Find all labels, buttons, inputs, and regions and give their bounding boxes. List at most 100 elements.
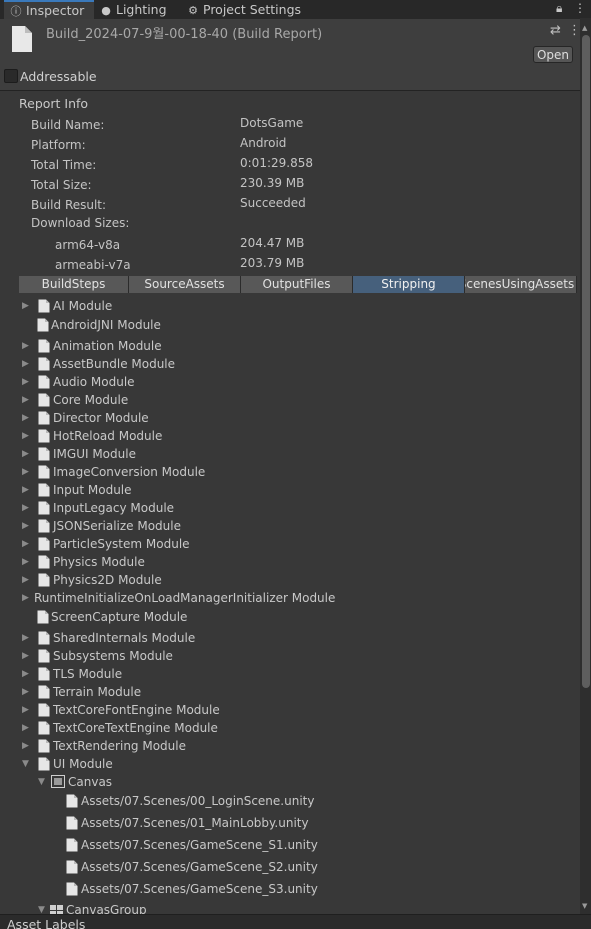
- collapsed-arrow-icon[interactable]: ▶: [22, 719, 32, 737]
- tab-inspector[interactable]: ⓘ Inspector: [4, 0, 94, 19]
- canvas-icon: [51, 775, 65, 793]
- collapsed-arrow-icon[interactable]: ▶: [22, 701, 32, 719]
- tree-row[interactable]: ▶ AI Module: [22, 297, 577, 315]
- module-label: AssetBundle Module: [53, 357, 176, 371]
- collapsed-arrow-icon[interactable]: ▶: [22, 409, 32, 427]
- tree-row[interactable]: ▶ HotReload Module: [22, 427, 577, 445]
- tree-row[interactable]: ▶ Input Module: [22, 481, 577, 499]
- tree-row[interactable]: ▶ Animation Module: [22, 337, 577, 355]
- tree-row-canvasgroup[interactable]: ▼ CanvasGroup: [22, 901, 577, 914]
- scene-row[interactable]: Assets/07.Scenes/00_LoginScene.unity: [66, 792, 576, 810]
- expanded-arrow-icon[interactable]: ▼: [38, 773, 48, 791]
- tree-row[interactable]: ▶ TLS Module: [22, 665, 577, 683]
- document-icon: [12, 26, 32, 52]
- tab-buildsteps[interactable]: BuildSteps: [19, 276, 129, 293]
- collapsed-arrow-icon[interactable]: ▶: [22, 647, 32, 665]
- scroll-up-arrow[interactable]: ▲: [582, 24, 587, 32]
- collapsed-arrow-icon[interactable]: ▶: [22, 499, 32, 517]
- scene-row[interactable]: Assets/07.Scenes/GameScene_S1.unity: [66, 836, 576, 854]
- scene-label: Assets/07.Scenes/00_LoginScene.unity: [81, 794, 315, 808]
- file-icon: [66, 816, 78, 835]
- page-title: Build_2024-07-9월-00-18-40 (Build Report): [46, 27, 323, 42]
- collapsed-arrow-icon[interactable]: ▶: [22, 355, 32, 373]
- report-tab-bar: BuildSteps SourceAssets OutputFiles Stri…: [19, 276, 577, 293]
- tree-row[interactable]: ▶ IMGUI Module: [22, 445, 577, 463]
- tree-row[interactable]: ▶ Physics Module: [22, 553, 577, 571]
- module-label: Director Module: [53, 411, 149, 425]
- tab-project-settings[interactable]: ⚙ Project Settings: [187, 0, 307, 19]
- scene-row[interactable]: Assets/07.Scenes/GameScene_S3.unity: [66, 880, 576, 898]
- collapsed-arrow-icon[interactable]: ▶: [22, 463, 32, 481]
- collapsed-arrow-icon[interactable]: ▶: [22, 427, 32, 445]
- tree-row[interactable]: ▶ Core Module: [22, 391, 577, 409]
- scroll-down-arrow[interactable]: ▼: [582, 902, 587, 910]
- scene-label: Assets/07.Scenes/01_MainLobby.unity: [81, 816, 309, 830]
- tree-row[interactable]: ▶ ImageConversion Module: [22, 463, 577, 481]
- tree-row[interactable]: ▶ AssetBundle Module: [22, 355, 577, 373]
- more-icon[interactable]: ⋮: [574, 1, 586, 15]
- asset-labels-bar: Asset Labels: [0, 914, 591, 929]
- expanded-arrow-icon[interactable]: ▼: [22, 755, 32, 773]
- collapsed-arrow-icon[interactable]: ▶: [22, 445, 32, 463]
- collapsed-arrow-icon[interactable]: ▶: [22, 571, 32, 589]
- tree-row[interactable]: ▶ TextCoreTextEngine Module: [22, 719, 577, 737]
- tab-sourceassets[interactable]: SourceAssets: [129, 276, 241, 293]
- tree-row[interactable]: ▶ JSONSerialize Module: [22, 517, 577, 535]
- addressable-checkbox[interactable]: [4, 69, 18, 83]
- collapsed-arrow-icon[interactable]: ▶: [22, 481, 32, 499]
- collapsed-arrow-icon[interactable]: ▶: [22, 391, 32, 409]
- module-label: TextRendering Module: [53, 739, 186, 753]
- open-button[interactable]: Open: [533, 46, 573, 63]
- collapsed-arrow-icon[interactable]: ▶: [22, 589, 32, 607]
- gear-icon: ⚙: [188, 4, 198, 17]
- tab-scenesusingassets[interactable]: ScenesUsingAssets: [465, 276, 577, 293]
- collapsed-arrow-icon[interactable]: ▶: [22, 737, 32, 755]
- tree-row[interactable]: ▼ UI Module: [22, 755, 577, 773]
- expanded-arrow-icon[interactable]: ▼: [38, 901, 48, 914]
- tree-row[interactable]: ▶ Physics2D Module: [22, 571, 577, 589]
- total-time-label: Total Time:: [31, 158, 97, 172]
- addressable-row: Addressable: [0, 66, 591, 91]
- tab-lighting[interactable]: ● Lighting: [100, 0, 178, 19]
- window-tab-bar: ⓘ Inspector ● Lighting ⚙ Project Settings 🔒…: [0, 0, 591, 19]
- scene-row[interactable]: Assets/07.Scenes/01_MainLobby.unity: [66, 814, 576, 832]
- build-name-value: DotsGame: [240, 116, 304, 130]
- tree-row[interactable]: ▶ RuntimeInitializeOnLoadManagerInitializ…: [22, 589, 577, 607]
- total-size-value: 230.39 MB: [240, 176, 305, 190]
- collapsed-arrow-icon[interactable]: ▶: [22, 535, 32, 553]
- tree-row[interactable]: ScreenCapture Module: [22, 608, 577, 626]
- tree-row[interactable]: ▶ Terrain Module: [22, 683, 577, 701]
- scene-label: Assets/07.Scenes/GameScene_S1.unity: [81, 838, 318, 852]
- collapsed-arrow-icon[interactable]: ▶: [22, 665, 32, 683]
- bulb-icon: ●: [101, 4, 111, 17]
- scene-label: Assets/07.Scenes/GameScene_S2.unity: [81, 860, 318, 874]
- module-label: InputLegacy Module: [53, 501, 175, 515]
- collapsed-arrow-icon[interactable]: ▶: [22, 297, 32, 315]
- lock-icon[interactable]: 🔒︎: [556, 1, 562, 16]
- tree-row[interactable]: ▶ Subsystems Module: [22, 647, 577, 665]
- collapsed-arrow-icon[interactable]: ▶: [22, 629, 32, 647]
- module-label: Input Module: [53, 483, 132, 497]
- tab-outputfiles[interactable]: OutputFiles: [241, 276, 353, 293]
- tree-row[interactable]: AndroidJNI Module: [22, 316, 577, 334]
- scrollbar-thumb[interactable]: [582, 35, 590, 688]
- collapsed-arrow-icon[interactable]: ▶: [22, 683, 32, 701]
- tree-row[interactable]: ▶ TextCoreFontEngine Module: [22, 701, 577, 719]
- collapsed-arrow-icon[interactable]: ▶: [22, 373, 32, 391]
- module-label: Physics Module: [53, 555, 145, 569]
- collapsed-arrow-icon[interactable]: ▶: [22, 553, 32, 571]
- collapsed-arrow-icon[interactable]: ▶: [22, 337, 32, 355]
- tree-row-canvas[interactable]: ▼ Canvas: [22, 773, 577, 791]
- tree-row[interactable]: ▶ Director Module: [22, 409, 577, 427]
- tab-stripping[interactable]: Stripping: [353, 276, 465, 293]
- settings-sliders-icon[interactable]: ⇄: [550, 23, 561, 38]
- scene-row[interactable]: Assets/07.Scenes/GameScene_S2.unity: [66, 858, 576, 876]
- module-label: TextCoreTextEngine Module: [53, 721, 218, 735]
- tree-row[interactable]: ▶ ParticleSystem Module: [22, 535, 577, 553]
- collapsed-arrow-icon[interactable]: ▶: [22, 517, 32, 535]
- tree-row[interactable]: ▶ SharedInternals Module: [22, 629, 577, 647]
- tree-row[interactable]: ▶ Audio Module: [22, 373, 577, 391]
- tree-row[interactable]: ▶ TextRendering Module: [22, 737, 577, 755]
- tree-row[interactable]: ▶ InputLegacy Module: [22, 499, 577, 517]
- inspector-header: Build_2024-07-9월-00-18-40 (Build Report)…: [0, 19, 591, 66]
